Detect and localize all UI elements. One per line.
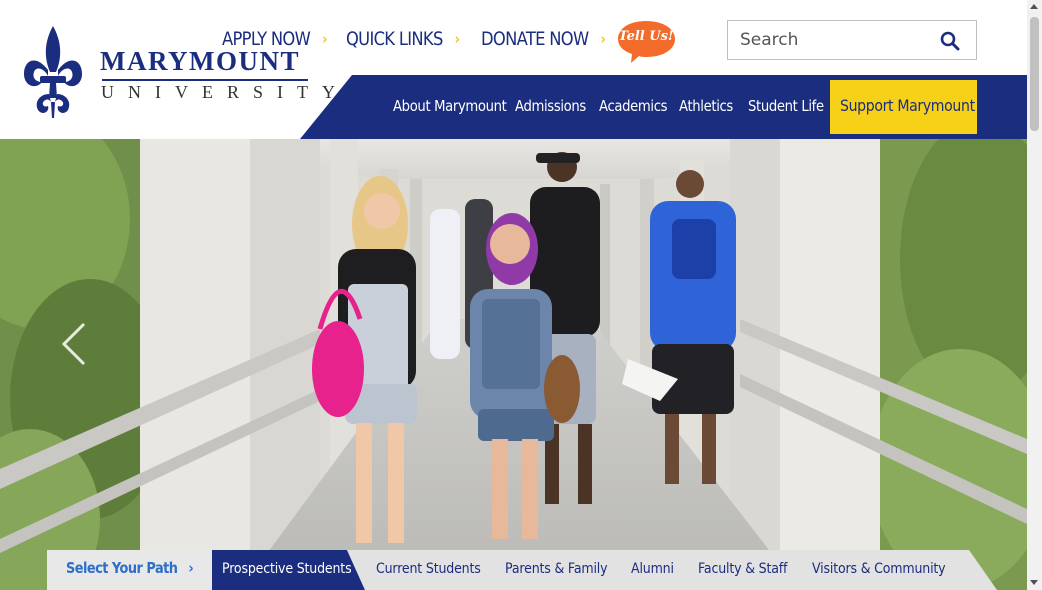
support-marymount-label: Support Marymount — [840, 96, 975, 115]
apply-now-label: APPLY NOW — [222, 28, 311, 50]
vertical-scrollbar[interactable] — [1027, 0, 1042, 590]
quick-links-label: QUICK LINKS — [346, 28, 443, 50]
tab-alumni[interactable]: Alumni — [631, 561, 674, 577]
donate-now-link[interactable]: DONATE NOW › — [481, 28, 606, 50]
logo-wordmark: MARYMOUNT — [100, 46, 301, 76]
tell-us-label: Tell Us! — [618, 29, 674, 44]
chevron-right-icon: › — [454, 30, 460, 48]
hero-image — [0, 139, 1027, 590]
select-your-path-label: Select Your Path — [66, 559, 178, 577]
support-marymount-button[interactable]: Support Marymount — [830, 80, 977, 134]
chevron-right-icon: › — [322, 30, 327, 48]
chevron-right-icon: › — [600, 30, 606, 48]
chevron-left-icon[interactable] — [58, 321, 90, 367]
tab-faculty-staff[interactable]: Faculty & Staff — [698, 561, 787, 577]
tell-us-button[interactable]: Tell Us! — [617, 20, 677, 64]
fleur-de-lis-icon — [24, 26, 82, 118]
search-icon[interactable] — [940, 31, 960, 51]
tab-visitors-community[interactable]: Visitors & Community — [812, 561, 946, 577]
search-box — [727, 20, 977, 60]
tab-current-students[interactable]: Current Students — [376, 561, 481, 577]
nav-academics[interactable]: Academics — [599, 97, 667, 115]
scroll-down-arrow-icon[interactable] — [1030, 580, 1038, 585]
nav-athletics[interactable]: Athletics — [679, 97, 733, 115]
search-input[interactable] — [729, 22, 929, 58]
logo-divider — [102, 79, 308, 81]
scrollbar-thumb[interactable] — [1030, 17, 1039, 131]
nav-student-life[interactable]: Student Life — [748, 97, 824, 115]
tab-prospective-students[interactable]: Prospective Students — [222, 561, 352, 577]
scroll-up-arrow-icon[interactable] — [1030, 4, 1038, 9]
select-path-bar: Select Your Path › Prospective Students … — [47, 550, 997, 590]
page: MARYMOUNT UNIVERSITY APPLY NOW › QUICK L… — [0, 0, 1042, 590]
tab-parents-family[interactable]: Parents & Family — [505, 561, 608, 577]
select-your-path-link[interactable]: Select Your Path › — [66, 559, 194, 577]
chevron-right-icon: › — [188, 559, 194, 577]
site-header: MARYMOUNT UNIVERSITY APPLY NOW › QUICK L… — [0, 0, 1027, 139]
hero-photo — [0, 139, 1027, 590]
donate-now-label: DONATE NOW — [481, 28, 589, 50]
quick-links-link[interactable]: QUICK LINKS › — [346, 28, 460, 50]
nav-admissions[interactable]: Admissions — [515, 97, 586, 115]
nav-about[interactable]: About Marymount — [393, 97, 507, 115]
apply-now-link[interactable]: APPLY NOW › — [222, 28, 327, 50]
